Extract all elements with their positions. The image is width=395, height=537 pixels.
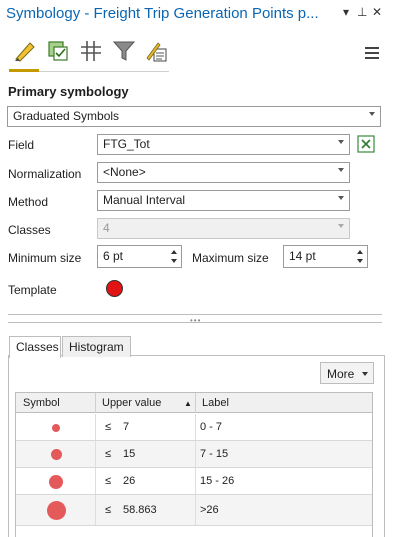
table-row[interactable]: ≤58.863 >26 xyxy=(16,495,372,526)
classes-label: Classes xyxy=(8,223,51,237)
upper-value-operator: ≤ xyxy=(105,503,112,516)
title-bar: Symbology - Freight Trip Generation Poin… xyxy=(0,0,395,28)
table-row[interactable]: ≤26 15 - 26 xyxy=(16,468,372,495)
more-button-label: More xyxy=(327,367,355,381)
upper-value-cell[interactable]: 15 xyxy=(123,448,135,460)
chevron-down-icon xyxy=(338,196,344,200)
class-symbol-icon[interactable] xyxy=(49,474,63,489)
column-separator xyxy=(95,495,96,525)
chevron-down-icon xyxy=(362,372,368,376)
increment-icon[interactable] xyxy=(171,250,177,254)
column-separator xyxy=(95,393,96,413)
column-separator xyxy=(95,468,96,494)
active-tool-indicator xyxy=(9,69,39,72)
field-dropdown[interactable]: FTG_Tot xyxy=(97,134,350,155)
chevron-down-icon xyxy=(338,224,344,228)
symbology-type-dropdown[interactable]: Graduated Symbols xyxy=(7,106,381,127)
sort-ascending-icon: ▲ xyxy=(184,399,192,408)
method-value: Manual Interval xyxy=(103,193,186,207)
upper-value-cell[interactable]: 7 xyxy=(123,421,129,433)
normalization-label: Normalization xyxy=(8,167,82,181)
field-label: Field xyxy=(8,138,35,152)
label-cell[interactable]: >26 xyxy=(200,504,219,516)
label-cell[interactable]: 15 - 26 xyxy=(200,475,234,487)
label-cell[interactable]: 7 - 15 xyxy=(200,448,228,460)
expression-builder-icon[interactable] xyxy=(357,135,375,153)
vary-symbology-icon[interactable] xyxy=(45,38,71,64)
pane-title: Symbology - Freight Trip Generation Poin… xyxy=(6,5,319,22)
minimum-size-label: Minimum size xyxy=(8,251,82,265)
upper-value-column-header[interactable]: Upper value xyxy=(102,397,161,409)
minimum-size-stepper[interactable]: 6 pt xyxy=(97,245,182,268)
splitter-grip-icon[interactable]: ••• xyxy=(190,316,201,325)
advanced-symbology-icon[interactable] xyxy=(144,38,170,64)
pin-icon[interactable]: ⊥ xyxy=(357,5,367,19)
maximum-size-label: Maximum size xyxy=(192,251,269,265)
field-value: FTG_Tot xyxy=(103,137,150,151)
table-row[interactable]: ≤15 7 - 15 xyxy=(16,441,372,468)
upper-value-operator: ≤ xyxy=(105,474,112,487)
hamburger-menu-icon[interactable] xyxy=(365,47,379,59)
more-button[interactable]: More xyxy=(320,362,374,384)
minimum-size-value: 6 pt xyxy=(103,249,124,263)
class-symbol-icon[interactable] xyxy=(52,423,60,432)
chevron-down-icon xyxy=(338,140,344,144)
label-column-header[interactable]: Label xyxy=(202,397,229,409)
splitter-top xyxy=(8,314,382,315)
decrement-icon[interactable] xyxy=(357,259,363,263)
column-separator xyxy=(195,468,196,494)
chevron-down-icon xyxy=(338,168,344,172)
class-symbol-icon[interactable] xyxy=(46,501,66,520)
column-separator xyxy=(95,441,96,467)
upper-value-cell[interactable]: 26 xyxy=(123,475,135,487)
maximum-size-value: 14 pt xyxy=(289,249,316,263)
table-header: Symbol Upper value ▲ Label xyxy=(16,393,372,413)
upper-value-operator: ≤ xyxy=(105,420,112,433)
increment-icon[interactable] xyxy=(357,250,363,254)
tab-classes[interactable]: Classes xyxy=(9,336,61,358)
column-separator xyxy=(195,495,196,525)
close-icon[interactable]: ✕ xyxy=(372,5,382,19)
primary-symbology-heading: Primary symbology xyxy=(8,84,129,99)
symbology-type-value: Graduated Symbols xyxy=(13,109,120,123)
classes-dropdown: 4 xyxy=(97,218,350,239)
template-label: Template xyxy=(8,283,57,297)
normalization-value: <None> xyxy=(103,165,146,179)
column-separator xyxy=(195,393,196,413)
primary-symbology-icon[interactable] xyxy=(12,38,38,64)
symbol-column-header[interactable]: Symbol xyxy=(23,397,60,409)
filter-icon[interactable] xyxy=(111,38,137,64)
label-cell[interactable]: 0 - 7 xyxy=(200,421,222,433)
upper-value-cell[interactable]: 58.863 xyxy=(123,504,157,516)
decrement-icon[interactable] xyxy=(171,259,177,263)
symbology-toolbar xyxy=(0,30,395,75)
class-symbol-icon[interactable] xyxy=(50,449,62,460)
method-label: Method xyxy=(8,195,49,209)
method-dropdown[interactable]: Manual Interval xyxy=(97,190,350,211)
symbol-layers-icon[interactable] xyxy=(78,38,104,64)
upper-value-operator: ≤ xyxy=(105,447,112,460)
pane-options-dropdown-icon[interactable]: ▾ xyxy=(343,5,349,19)
classes-value: 4 xyxy=(103,221,110,235)
column-separator xyxy=(95,414,96,440)
column-separator xyxy=(195,414,196,440)
splitter-bottom xyxy=(8,322,382,323)
chevron-down-icon xyxy=(369,112,375,116)
template-symbol[interactable] xyxy=(106,280,123,297)
maximum-size-stepper[interactable]: 14 pt xyxy=(283,245,368,268)
table-row[interactable]: ≤7 0 - 7 xyxy=(16,414,372,441)
classes-table: Symbol Upper value ▲ Label ≤7 0 - 7 ≤15 7 -… xyxy=(15,392,373,537)
tab-histogram[interactable]: Histogram xyxy=(62,336,131,357)
column-separator xyxy=(195,441,196,467)
normalization-dropdown[interactable]: <None> xyxy=(97,162,350,183)
